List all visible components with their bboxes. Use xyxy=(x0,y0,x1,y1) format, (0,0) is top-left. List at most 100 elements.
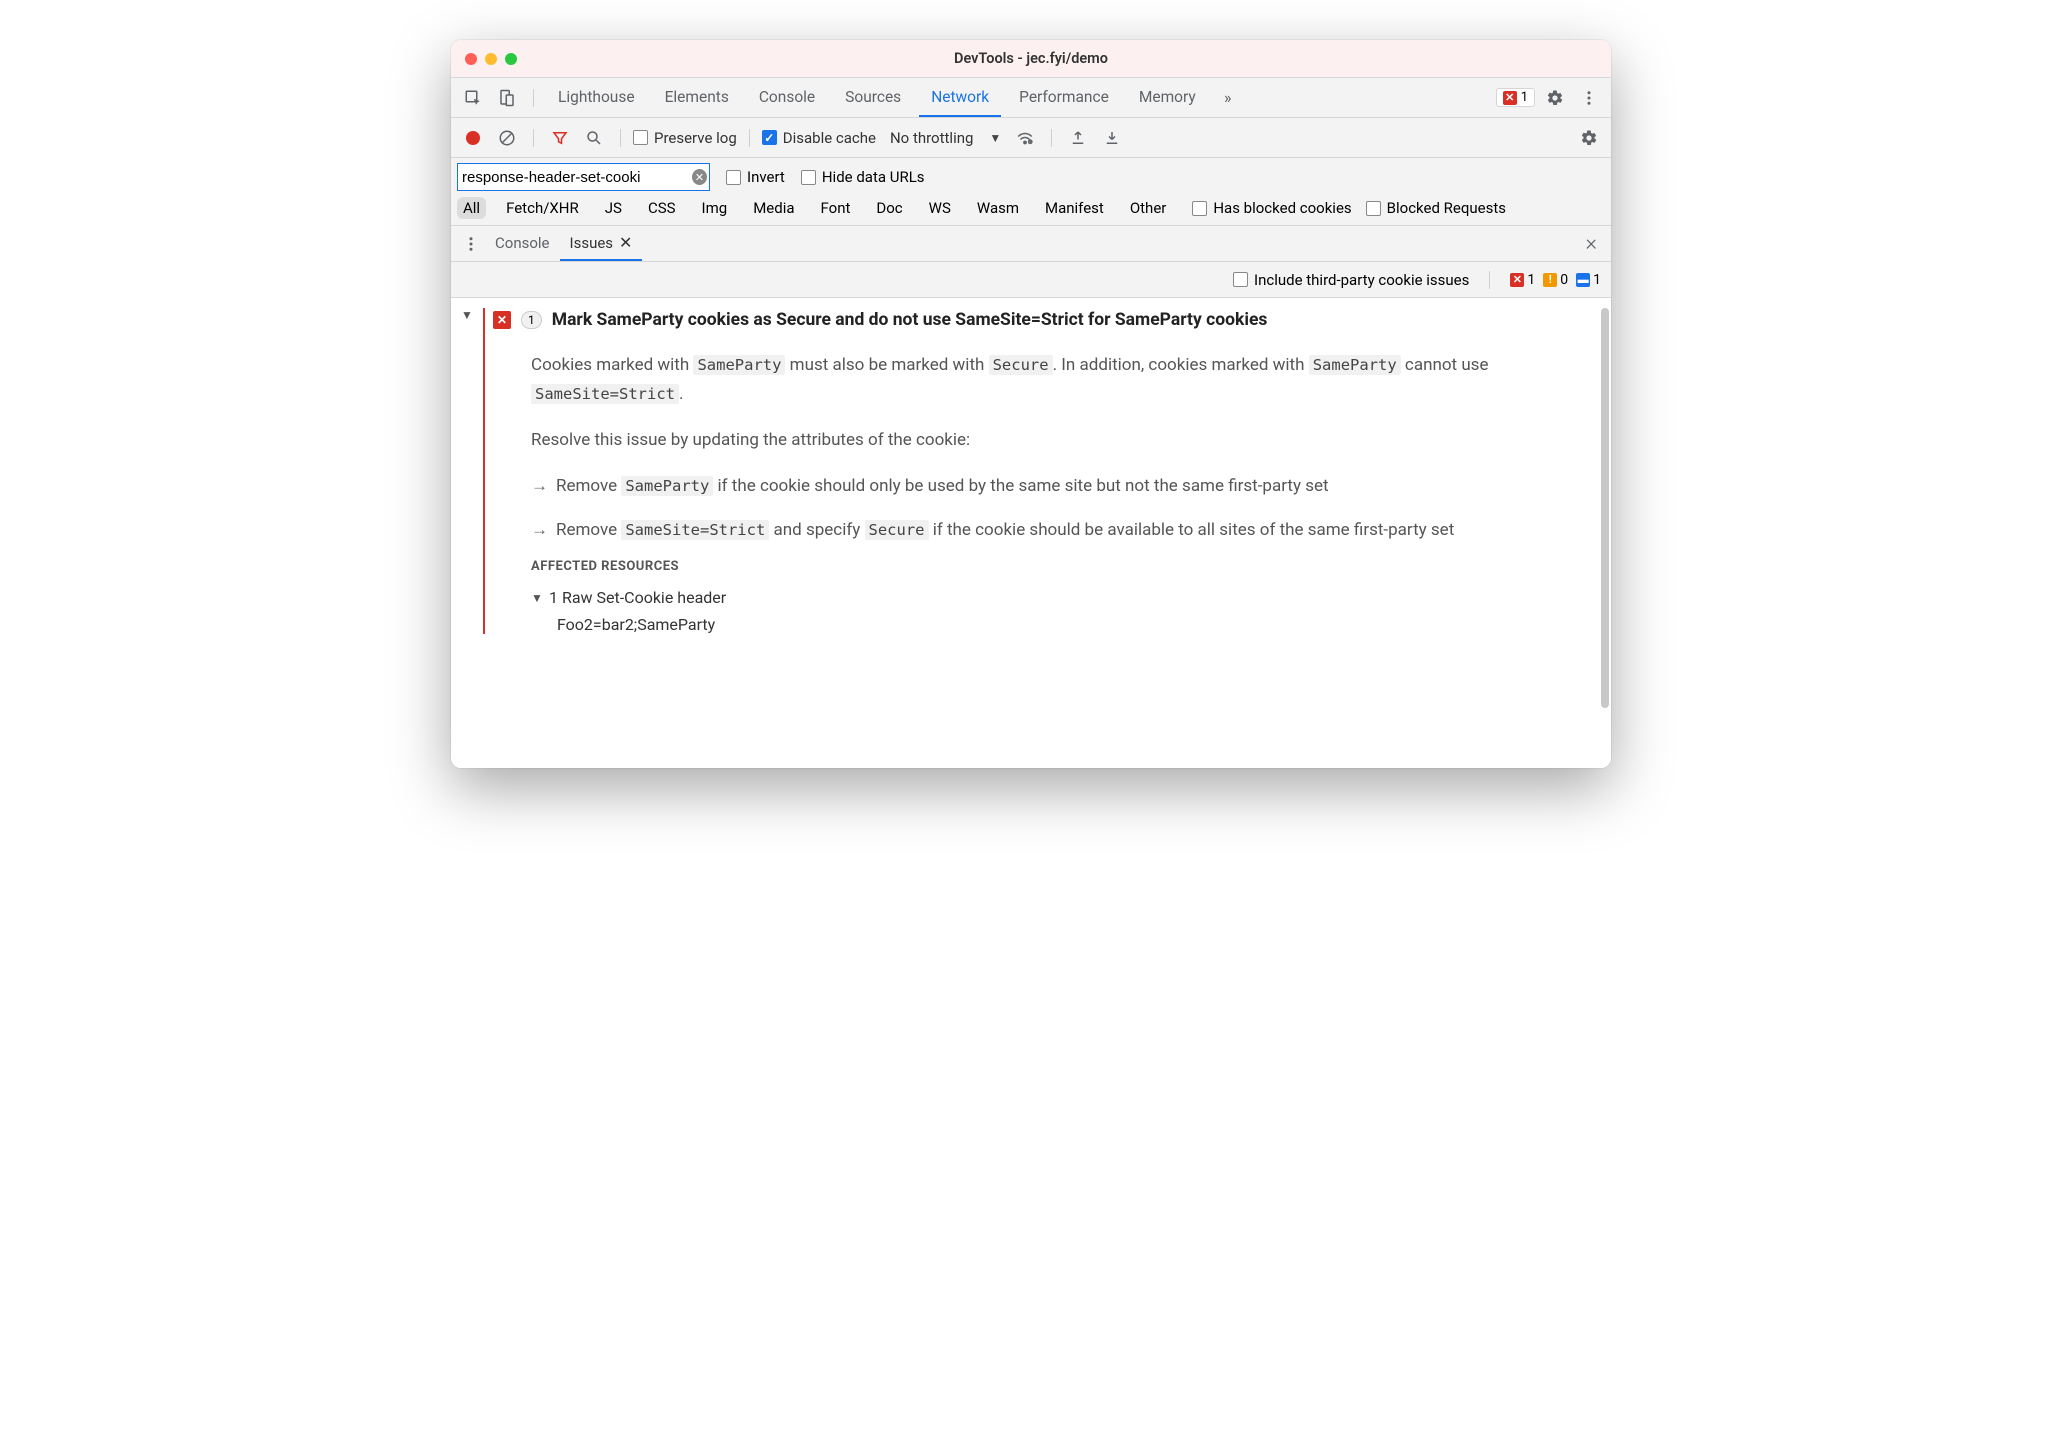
code-sameparty: SameParty xyxy=(1309,355,1401,375)
error-icon: ✕ xyxy=(1503,91,1517,105)
divider xyxy=(749,129,750,147)
tab-memory[interactable]: Memory xyxy=(1127,79,1208,117)
invert-checkbox[interactable]: Invert xyxy=(726,168,785,186)
filter-type-wasm[interactable]: Wasm xyxy=(971,197,1025,219)
device-toolbar-icon[interactable] xyxy=(493,84,521,112)
filter-bar: ✕ Invert Hide data URLs All Fetch/XHR JS… xyxy=(451,158,1611,226)
filter-type-manifest[interactable]: Manifest xyxy=(1039,197,1110,219)
tab-label: Network xyxy=(931,88,989,106)
checkbox-icon xyxy=(801,170,816,185)
checkbox-icon xyxy=(1366,201,1381,216)
issue-bullet-2: → Remove SameSite=Strict and specify Sec… xyxy=(531,516,1599,546)
tab-label: Elements xyxy=(665,88,729,106)
affected-resource-title: 1 Raw Set-Cookie header xyxy=(549,588,726,607)
close-window-button[interactable] xyxy=(465,53,477,65)
clear-filter-icon[interactable]: ✕ xyxy=(692,169,707,185)
record-button[interactable] xyxy=(459,124,487,152)
close-tab-icon[interactable]: ✕ xyxy=(619,233,632,252)
checkbox-icon xyxy=(633,130,648,145)
window-controls xyxy=(451,53,517,65)
close-drawer-icon[interactable]: × xyxy=(1577,231,1605,256)
warning-icon: ! xyxy=(1543,273,1557,287)
scrollbar[interactable] xyxy=(1601,308,1609,708)
filter-icon[interactable] xyxy=(546,124,574,152)
invert-label: Invert xyxy=(747,168,785,186)
filter-type-css[interactable]: CSS xyxy=(642,197,682,219)
filter-type-media[interactable]: Media xyxy=(747,197,800,219)
expand-issue-caret[interactable]: ▼ xyxy=(461,308,473,322)
filter-type-other[interactable]: Other xyxy=(1124,197,1173,219)
blocked-requests-label: Blocked Requests xyxy=(1387,199,1506,217)
checkbox-icon xyxy=(762,130,777,145)
network-settings-icon[interactable] xyxy=(1575,124,1603,152)
drawer-more-icon[interactable] xyxy=(457,230,485,258)
issue-error-icon: ✕ xyxy=(493,311,511,329)
filter-type-ws[interactable]: WS xyxy=(923,197,957,219)
issue-bullet-1: → Remove SameParty if the cookie should … xyxy=(531,472,1599,502)
filter-type-font[interactable]: Font xyxy=(815,197,857,219)
info-count-item[interactable]: ▬ 1 xyxy=(1576,272,1601,288)
has-blocked-cookies-checkbox[interactable]: Has blocked cookies xyxy=(1192,199,1351,217)
filter-input[interactable] xyxy=(462,169,692,186)
filter-type-all[interactable]: All xyxy=(457,197,486,219)
filter-input-wrapper[interactable]: ✕ xyxy=(457,163,710,191)
error-count-item[interactable]: ✕ 1 xyxy=(1510,272,1535,288)
has-blocked-cookies-label: Has blocked cookies xyxy=(1213,199,1351,217)
divider xyxy=(533,129,534,147)
filter-type-js[interactable]: JS xyxy=(599,197,628,219)
settings-icon[interactable] xyxy=(1541,84,1569,112)
drawer-tab-console[interactable]: Console xyxy=(485,226,560,261)
affected-resource-toggle[interactable]: ▼ 1 Raw Set-Cookie header xyxy=(531,588,1599,607)
search-icon[interactable] xyxy=(580,124,608,152)
warning-count-item[interactable]: ! 0 xyxy=(1543,272,1568,288)
import-har-icon[interactable] xyxy=(1064,124,1092,152)
issue-title: Mark SameParty cookies as Secure and do … xyxy=(552,308,1268,333)
checkbox-icon xyxy=(1233,272,1248,287)
filter-type-img[interactable]: Img xyxy=(696,197,734,219)
disable-cache-checkbox[interactable]: Disable cache xyxy=(762,129,876,147)
issues-body: ▼ ✕ 1 Mark SameParty cookies as Secure a… xyxy=(451,298,1611,768)
export-har-icon[interactable] xyxy=(1098,124,1126,152)
main-tabs-bar: Lighthouse Elements Console Sources Netw… xyxy=(451,78,1611,118)
issue-paragraph-1: Cookies marked with SameParty must also … xyxy=(531,351,1599,411)
throttling-select[interactable]: No throttling ▼ xyxy=(890,129,1005,147)
tab-performance[interactable]: Performance xyxy=(1007,79,1121,117)
code-sameparty: SameParty xyxy=(693,355,785,375)
tab-console[interactable]: Console xyxy=(747,79,827,117)
window-title: DevTools - jec.fyi/demo xyxy=(954,50,1108,67)
inspect-element-icon[interactable] xyxy=(459,84,487,112)
error-count-badge[interactable]: ✕ 1 xyxy=(1496,88,1535,107)
filter-type-fetch-xhr[interactable]: Fetch/XHR xyxy=(500,197,585,219)
info-icon: ▬ xyxy=(1576,273,1590,287)
issue-paragraph-2: Resolve this issue by updating the attri… xyxy=(531,426,1599,456)
drawer-tabs-bar: Console Issues ✕ × xyxy=(451,226,1611,262)
hide-data-urls-checkbox[interactable]: Hide data URLs xyxy=(801,168,925,186)
code-samesite-strict: SameSite=Strict xyxy=(531,384,679,404)
chevron-down-icon: ▼ xyxy=(531,591,543,605)
tab-elements[interactable]: Elements xyxy=(653,79,741,117)
issues-counts: ✕ 1 ! 0 ▬ 1 xyxy=(1510,272,1601,288)
tabs-overflow-button[interactable]: » xyxy=(1214,84,1242,112)
preserve-log-checkbox[interactable]: Preserve log xyxy=(633,129,737,147)
preserve-log-label: Preserve log xyxy=(654,129,737,147)
minimize-window-button[interactable] xyxy=(485,53,497,65)
tab-lighthouse[interactable]: Lighthouse xyxy=(546,79,647,117)
tab-label: Performance xyxy=(1019,88,1109,106)
network-conditions-icon[interactable] xyxy=(1011,124,1039,152)
clear-button[interactable] xyxy=(493,124,521,152)
warning-count-value: 0 xyxy=(1560,272,1568,288)
checkbox-icon xyxy=(1192,201,1207,216)
blocked-requests-checkbox[interactable]: Blocked Requests xyxy=(1366,199,1506,217)
tab-sources[interactable]: Sources xyxy=(833,79,913,117)
drawer-tab-label: Console xyxy=(495,234,550,252)
hide-data-urls-label: Hide data URLs xyxy=(822,168,925,186)
maximize-window-button[interactable] xyxy=(505,53,517,65)
tab-network[interactable]: Network xyxy=(919,79,1001,117)
include-third-party-checkbox[interactable]: Include third-party cookie issues xyxy=(1233,271,1469,289)
filter-type-doc[interactable]: Doc xyxy=(870,197,908,219)
code-secure: Secure xyxy=(989,355,1053,375)
more-menu-icon[interactable] xyxy=(1575,84,1603,112)
error-count-value: 1 xyxy=(1527,272,1535,288)
drawer-tab-issues[interactable]: Issues ✕ xyxy=(560,226,643,261)
divider xyxy=(533,89,534,107)
